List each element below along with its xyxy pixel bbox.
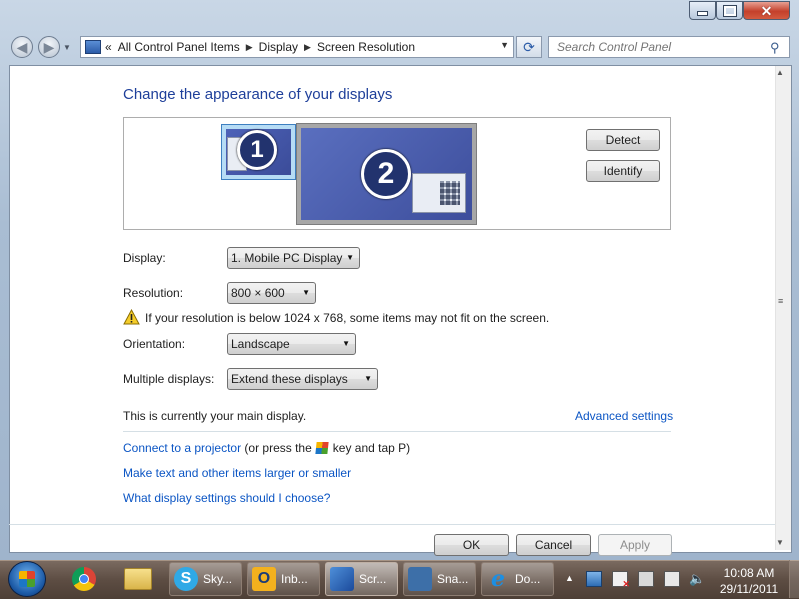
divider <box>123 431 671 432</box>
taskbar-item-label: Scr... <box>359 572 387 586</box>
power-icon[interactable] <box>638 571 654 587</box>
main-display-status: This is currently your main display. <box>123 409 307 423</box>
scroll-down-icon[interactable]: ▼ <box>776 538 784 547</box>
close-button[interactable]: ✕ <box>743 1 790 20</box>
warning-icon <box>123 309 140 325</box>
ok-button[interactable]: OK <box>434 534 509 556</box>
show-desktop-button[interactable] <box>789 560 799 598</box>
minimize-icon <box>697 11 708 16</box>
clock-date[interactable]: 29/11/2011 <box>712 582 786 596</box>
taskbar-item-label: Inb... <box>281 572 308 586</box>
outlook-icon: O <box>252 567 276 591</box>
back-arrow-icon: ◀ <box>16 38 28 55</box>
resolution-select-value: 800 × 600 <box>231 286 285 300</box>
apply-button[interactable]: Apply <box>598 534 672 556</box>
recent-pages-button[interactable]: ▼ <box>63 43 73 53</box>
maximize-button[interactable] <box>716 1 743 20</box>
start-button[interactable] <box>8 561 46 597</box>
breadcrumb-separator-icon[interactable]: ▶ <box>304 42 311 53</box>
display-tray-icon[interactable] <box>664 571 680 587</box>
address-bar[interactable]: « All Control Panel Items ▶ Display ▶ Sc… <box>80 36 514 58</box>
identify-button[interactable]: Identify <box>586 160 660 182</box>
volume-icon[interactable]: 🔈 <box>689 571 705 587</box>
vertical-scrollbar[interactable] <box>775 66 791 550</box>
monitor-2-window-icon <box>412 173 466 213</box>
orientation-label: Orientation: <box>123 337 186 351</box>
resolution-label: Resolution: <box>123 286 184 300</box>
scroll-up-icon[interactable]: ▲ <box>776 68 784 77</box>
close-icon: ✕ <box>760 2 773 19</box>
skype-icon: S <box>174 567 198 591</box>
chevron-down-icon: ▼ <box>346 253 354 262</box>
folder-icon <box>124 568 152 590</box>
projector-row: Connect to a projector (or press the key … <box>123 441 410 455</box>
chevron-down-icon: ▼ <box>342 339 350 348</box>
monitor-1-number-badge: 1 <box>237 130 277 170</box>
orientation-select-value: Landscape <box>231 337 290 351</box>
monitor-2-number-badge: 2 <box>361 149 411 199</box>
taskbar-item-label: Do... <box>515 572 541 586</box>
projector-hint-prefix: (or press the <box>244 441 312 455</box>
windows-key-icon <box>315 442 329 454</box>
network-icon[interactable] <box>586 571 602 587</box>
display-select-value: 1. Mobile PC Display <box>231 251 343 265</box>
cancel-button[interactable]: Cancel <box>516 534 591 556</box>
page-title: Change the appearance of your displays <box>123 86 393 103</box>
forward-arrow-icon: ▶ <box>43 38 55 55</box>
connect-projector-link[interactable]: Connect to a projector <box>123 441 241 455</box>
breadcrumb-screen-resolution[interactable]: Screen Resolution <box>317 40 415 54</box>
snagit-icon <box>408 567 432 591</box>
chevron-down-icon: ▼ <box>364 374 372 383</box>
breadcrumb-separator-icon[interactable]: ▶ <box>246 42 253 53</box>
taskbar-item-label: Sna... <box>437 572 469 586</box>
taskbar-item-snagit[interactable]: Sna... <box>403 562 476 596</box>
projector-hint-suffix: key and tap P) <box>332 441 411 455</box>
display-select[interactable]: 1. Mobile PC Display ▼ <box>227 247 360 269</box>
search-icon[interactable]: ⚲ <box>770 40 780 56</box>
multiple-displays-label: Multiple displays: <box>123 372 215 386</box>
minimize-button[interactable] <box>689 1 716 20</box>
taskbar-item-skype[interactable]: S Sky... <box>169 562 242 596</box>
scroll-thumb-grip-icon[interactable]: ≡ <box>778 296 783 306</box>
refresh-icon: ⟳ <box>523 38 535 55</box>
chrome-icon <box>72 567 96 591</box>
clock-time[interactable]: 10:08 AM <box>712 566 786 580</box>
divider <box>9 524 775 525</box>
address-dropdown-icon[interactable]: ▼ <box>500 40 509 50</box>
resolution-select[interactable]: 800 × 600 ▼ <box>227 282 316 304</box>
back-button[interactable]: ◀ <box>11 36 33 58</box>
taskbar-item-label: Sky... <box>203 572 233 586</box>
multiple-displays-select[interactable]: Extend these displays ▼ <box>227 368 378 390</box>
detect-button[interactable]: Detect <box>586 129 660 151</box>
windows-logo-icon <box>19 571 35 587</box>
internet-explorer-icon: e <box>491 566 505 592</box>
resolution-warning-text: If your resolution is below 1024 x 768, … <box>145 311 550 325</box>
taskbar-item-screen-resolution[interactable]: Scr... <box>325 562 398 596</box>
search-input[interactable] <box>548 36 790 58</box>
breadcrumb-all-control-panel-items[interactable]: All Control Panel Items <box>118 40 240 54</box>
explorer-taskbar-button[interactable] <box>120 563 156 595</box>
chrome-taskbar-button[interactable] <box>66 563 102 595</box>
action-center-icon[interactable] <box>612 571 630 590</box>
display-label: Display: <box>123 251 166 265</box>
control-panel-icon <box>85 40 101 54</box>
text-size-link[interactable]: Make text and other items larger or smal… <box>123 466 351 480</box>
refresh-button[interactable]: ⟳ <box>516 36 542 58</box>
display-help-link[interactable]: What display settings should I choose? <box>123 491 330 505</box>
forward-button[interactable]: ▶ <box>38 36 60 58</box>
advanced-settings-link[interactable]: Advanced settings <box>575 409 673 423</box>
chevron-down-icon: ▼ <box>302 288 310 297</box>
breadcrumb-overflow[interactable]: « <box>105 40 112 54</box>
display-settings-icon <box>330 567 354 591</box>
taskbar-item-internet-explorer[interactable]: e Do... <box>481 562 554 596</box>
maximize-icon <box>722 4 737 17</box>
multiple-displays-select-value: Extend these displays <box>231 372 348 386</box>
breadcrumb-display[interactable]: Display <box>259 40 298 54</box>
show-hidden-icons-button[interactable]: ▲ <box>565 573 574 583</box>
taskbar-item-outlook[interactable]: O Inb... <box>247 562 320 596</box>
orientation-select[interactable]: Landscape ▼ <box>227 333 356 355</box>
